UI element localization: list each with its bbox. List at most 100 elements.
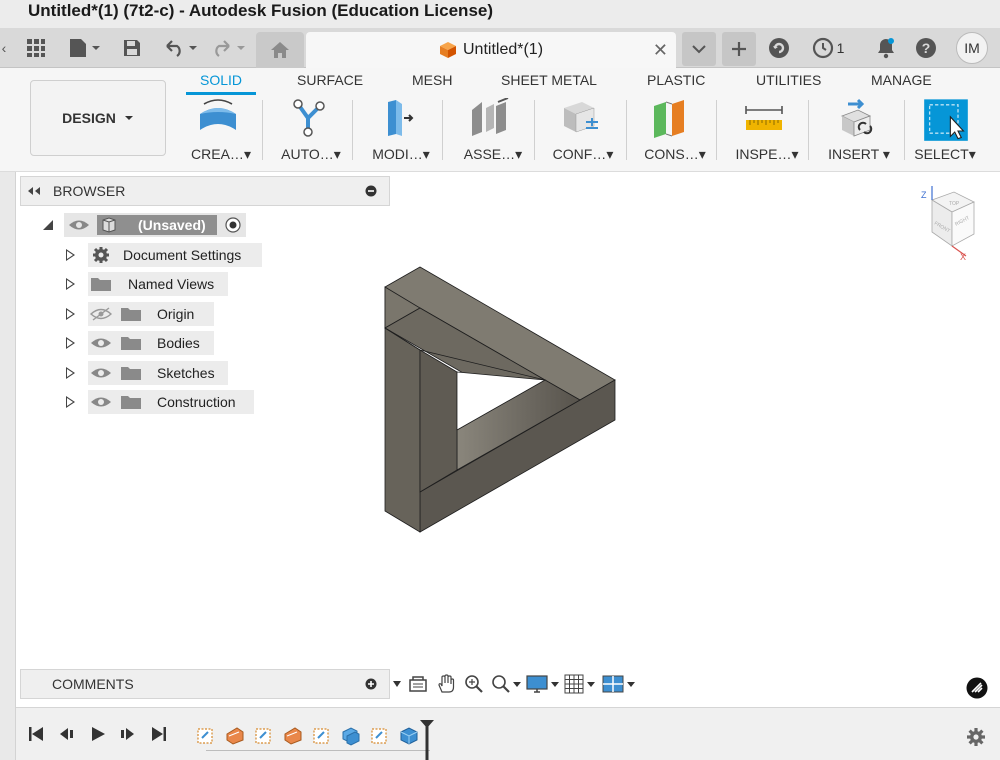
back-chevron-icon[interactable]: ‹ [0,35,8,61]
grid-snaps-icon[interactable] [562,671,600,697]
visibility-eye-icon[interactable] [90,366,112,380]
measure-ruler-icon [745,106,783,130]
viewcube[interactable]: Z X TOP FRONT RIGHT [918,186,978,262]
visibility-eye-icon[interactable] [90,336,112,350]
tree-item-sketches[interactable]: Sketches [88,361,228,385]
comments-panel[interactable]: COMMENTS [20,669,390,699]
select-group[interactable]: SELECT▾ [904,96,984,166]
timeline-marker[interactable] [418,718,436,760]
tree-item-named-views[interactable]: Named Views [88,272,228,296]
tab-mesh[interactable]: MESH [412,72,452,88]
sketch-feature-icon[interactable] [196,726,216,746]
tree-root[interactable]: (Unsaved) [64,213,246,237]
activate-radio-icon[interactable] [225,217,241,233]
sketch-feature-icon[interactable] [254,726,274,746]
step-back-icon[interactable] [58,726,76,742]
navbar-menu-chevron-icon[interactable] [390,671,404,697]
viewports-icon[interactable] [600,671,638,697]
tree-item-construction[interactable]: Construction [88,390,254,414]
expand-arrow-icon[interactable] [66,308,75,320]
browser-pin-icon[interactable] [365,185,377,197]
automate-group[interactable]: AUTO…▾ [266,96,346,166]
tab-sheet-metal[interactable]: SHEET METAL [501,72,597,88]
sketch-feature-icon[interactable] [312,726,332,746]
user-initials: IM [964,40,980,56]
user-avatar[interactable]: IM [956,32,988,64]
visibility-eye-icon[interactable] [90,395,112,409]
zoom-icon[interactable] [460,671,488,697]
folder-icon [121,396,141,409]
assemble-group[interactable]: ASSE…▾ [448,96,528,166]
expand-arrow-icon[interactable] [66,249,75,261]
expand-arrow-icon[interactable] [66,396,75,408]
tab-overflow-chevron-icon[interactable] [682,32,716,66]
tree-item-bodies[interactable]: Bodies [88,331,214,355]
undo-icon[interactable] [160,35,200,61]
hidden-eye-icon[interactable] [90,307,112,321]
left-edge-strip [0,172,16,760]
tab-plastic[interactable]: PLASTIC [647,72,705,88]
extrude-feature-icon[interactable] [283,726,303,746]
expand-arrow-icon[interactable] [66,337,75,349]
job-status[interactable]: 1 [808,35,848,61]
workspace-label: DESIGN [62,110,116,126]
component-icon [102,217,116,233]
viewcube-face-top[interactable]: TOP [949,201,960,207]
save-icon[interactable] [120,35,144,61]
folder-icon [91,278,111,291]
extrude-feature-icon[interactable] [225,726,245,746]
step-forward-icon[interactable] [118,726,136,742]
home-tab[interactable] [256,32,304,68]
help-icon[interactable]: ? [914,35,938,61]
construct-group[interactable]: CONS…▾ [630,96,710,166]
job-count: 1 [836,40,845,56]
play-icon[interactable] [90,726,106,742]
display-settings-icon[interactable] [524,671,562,697]
visibility-eye-icon[interactable] [68,218,90,232]
insert-group[interactable]: INSERT ▾ [814,96,894,166]
fit-zoom-menu-icon[interactable] [488,671,524,697]
notifications-bell-icon[interactable] [874,35,898,61]
tree-item-origin[interactable]: Origin [88,302,214,326]
add-comment-icon[interactable] [365,678,377,690]
tab-manage[interactable]: MANAGE [871,72,932,88]
browser-title: BROWSER [53,183,126,199]
modify-group[interactable]: MODI…▾ [356,96,436,166]
collapse-panel-icon[interactable] [27,186,41,196]
new-tab-plus-icon[interactable] [722,32,756,66]
redo-icon[interactable] [208,35,248,61]
go-to-end-icon[interactable] [151,726,167,742]
inspect-label: INSPE…▾ [735,146,799,162]
data-panel-grid-icon[interactable] [24,35,48,61]
file-menu-icon[interactable] [66,35,104,61]
expand-arrow-icon[interactable] [66,367,75,379]
body-feature-icon[interactable] [399,726,419,746]
create-group[interactable]: CREA…▾ [176,96,256,166]
feedback-icon[interactable] [966,677,988,699]
tree-item-label: Construction [157,394,236,410]
tab-utilities[interactable]: UTILITIES [756,72,821,88]
configure-group[interactable]: CONF…▾ [538,96,618,166]
pan-hand-icon[interactable] [432,671,460,697]
extensions-icon[interactable] [766,35,792,61]
timeline-settings-gear-icon[interactable] [966,727,986,747]
window-title-text: Untitled*(1) (7t2-c) - Autodesk Fusion (… [28,1,494,20]
browser-header[interactable]: BROWSER [20,176,390,206]
tree-item-document-settings[interactable]: Document Settings [88,243,262,267]
model-body[interactable] [380,262,620,534]
workspace-switcher-button[interactable]: DESIGN [30,80,166,156]
tab-document[interactable]: Untitled*(1) ✕ [306,32,676,68]
tab-solid[interactable]: SOLID [200,72,242,88]
create-label: CREA…▾ [191,146,251,162]
combine-feature-icon[interactable] [341,726,361,746]
inspect-group[interactable]: INSPE…▾ [722,96,802,166]
expand-arrow-icon[interactable] [66,278,75,290]
tab-surface[interactable]: SURFACE [297,72,363,88]
go-to-start-icon[interactable] [28,726,44,742]
modify-label: MODI…▾ [372,146,430,162]
close-tab-icon[interactable]: ✕ [653,40,668,61]
sketch-feature-icon[interactable] [370,726,390,746]
timeline-track [206,750,430,751]
orbit-snapshot-icon[interactable] [404,671,432,697]
root-expand-arrow-icon[interactable] [42,219,54,231]
